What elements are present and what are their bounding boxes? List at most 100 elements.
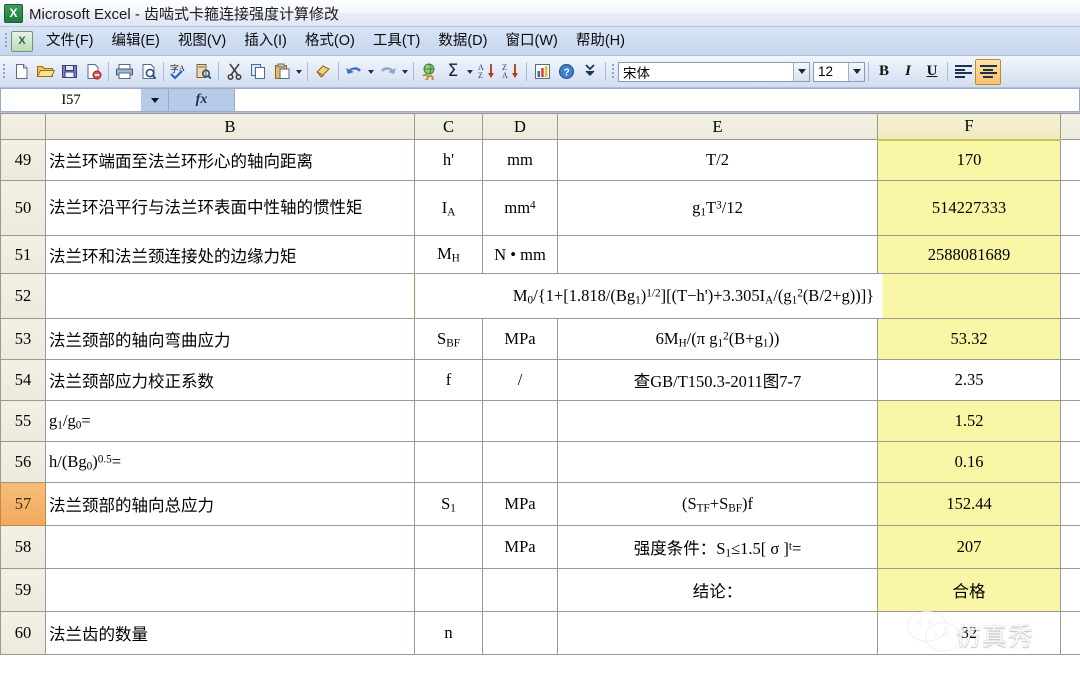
menu-item-file[interactable]: 文件(F) xyxy=(37,32,103,51)
cell-e53[interactable]: 6MH/(π g12(B+g1)) xyxy=(557,318,878,360)
cell-d59[interactable] xyxy=(482,568,558,612)
sort-ascending-icon[interactable]: AZ xyxy=(475,60,499,84)
bold-button[interactable]: B xyxy=(872,61,896,83)
cell-g53[interactable] xyxy=(1060,318,1080,360)
cell-c52-merged-formula[interactable]: M0/{1+[1.818/(Bg1)1/2][(T−h')+3.305IA/(g… xyxy=(414,273,1061,319)
cell-b56[interactable]: h/(Bg0)0.5= xyxy=(45,441,415,483)
standard-toolbar-grip[interactable] xyxy=(0,62,9,82)
cell-d55[interactable] xyxy=(482,400,558,442)
print-icon[interactable] xyxy=(112,60,136,84)
column-header-d[interactable]: D xyxy=(482,113,558,140)
row-header-59[interactable]: 59 xyxy=(0,568,46,612)
cell-b57[interactable]: 法兰颈部的轴向总应力 xyxy=(45,482,415,526)
cell-e56[interactable] xyxy=(557,441,878,483)
row-header-55[interactable]: 55 xyxy=(0,400,46,442)
menu-item-insert[interactable]: 插入(I) xyxy=(235,32,296,51)
cell-f57[interactable]: 152.44 xyxy=(877,482,1061,526)
column-header-c[interactable]: C xyxy=(414,113,483,140)
column-header-e[interactable]: E xyxy=(557,113,878,140)
menu-item-tools[interactable]: 工具(T) xyxy=(364,32,430,51)
cell-e49[interactable]: T/2 xyxy=(557,139,878,181)
cell-f54[interactable]: 2.35 xyxy=(877,359,1061,401)
undo-icon[interactable] xyxy=(342,60,366,84)
workbook-menu-icon[interactable] xyxy=(11,30,33,52)
format-painter-icon[interactable] xyxy=(311,60,335,84)
redo-icon[interactable] xyxy=(376,60,400,84)
cell-d56[interactable] xyxy=(482,441,558,483)
select-all-corner[interactable] xyxy=(0,113,46,140)
cell-d58[interactable]: MPa xyxy=(482,525,558,569)
cell-f58[interactable]: 207 xyxy=(877,525,1061,569)
font-size-chevron-down-icon[interactable] xyxy=(848,62,864,81)
cell-b51[interactable]: 法兰环和法兰颈连接处的边缘力矩 xyxy=(45,235,415,274)
cell-c58[interactable] xyxy=(414,525,483,569)
undo-chevron-down-icon[interactable] xyxy=(366,60,376,84)
menu-item-format[interactable]: 格式(O) xyxy=(296,32,364,51)
autosum-chevron-down-icon[interactable] xyxy=(465,60,475,84)
cell-f55[interactable]: 1.52 xyxy=(877,400,1061,442)
cell-e57[interactable]: (STF+SBF)f xyxy=(557,482,878,526)
row-header-57[interactable]: 57 xyxy=(0,482,46,526)
cell-f60[interactable]: 32 xyxy=(877,611,1061,655)
cell-b49[interactable]: 法兰环端面至法兰环形心的轴向距离 xyxy=(45,139,415,181)
paste-icon[interactable] xyxy=(270,60,294,84)
cell-c53[interactable]: SBF xyxy=(414,318,483,360)
cell-c55[interactable] xyxy=(414,400,483,442)
cell-d50[interactable]: mm4 xyxy=(482,180,558,236)
chart-wizard-icon[interactable] xyxy=(530,60,554,84)
menu-item-data[interactable]: 数据(D) xyxy=(429,32,496,51)
menu-item-window[interactable]: 窗口(W) xyxy=(496,32,566,51)
name-box-chevron-down-icon[interactable] xyxy=(141,88,169,112)
cell-c49[interactable]: h' xyxy=(414,139,483,181)
toolbar-options-icon[interactable] xyxy=(578,60,602,84)
cell-g57[interactable] xyxy=(1060,482,1080,526)
font-size-combobox[interactable]: 12 xyxy=(813,61,865,82)
cell-g55[interactable] xyxy=(1060,400,1080,442)
cell-c54[interactable]: f xyxy=(414,359,483,401)
row-header-60[interactable]: 60 xyxy=(0,611,46,655)
cell-b50[interactable]: 法兰环沿平行与法兰环表面中性轴的惯性矩 xyxy=(45,180,415,236)
cell-e51[interactable] xyxy=(557,235,878,274)
name-box[interactable]: I57 xyxy=(0,88,141,112)
cell-c57[interactable]: S1 xyxy=(414,482,483,526)
cell-f49[interactable]: 170 xyxy=(877,139,1061,181)
cell-f53[interactable]: 53.32 xyxy=(877,318,1061,360)
print-preview-icon[interactable] xyxy=(136,60,160,84)
cell-c51[interactable]: MH xyxy=(414,235,483,274)
cell-d60[interactable] xyxy=(482,611,558,655)
menu-item-help[interactable]: 帮助(H) xyxy=(567,32,634,51)
cell-e59[interactable]: 结论： xyxy=(557,568,878,612)
row-header-54[interactable]: 54 xyxy=(0,359,46,401)
cell-f51[interactable]: 2588081689 xyxy=(877,235,1061,274)
cell-b59[interactable] xyxy=(45,568,415,612)
open-icon[interactable] xyxy=(33,60,57,84)
cell-d57[interactable]: MPa xyxy=(482,482,558,526)
cell-e60[interactable] xyxy=(557,611,878,655)
cell-f56[interactable]: 0.16 xyxy=(877,441,1061,483)
cell-d54[interactable]: / xyxy=(482,359,558,401)
cell-g49[interactable] xyxy=(1060,139,1080,181)
research-icon[interactable] xyxy=(191,60,215,84)
hyperlink-icon[interactable] xyxy=(417,60,441,84)
cell-e50[interactable]: g1T3/12 xyxy=(557,180,878,236)
cell-g56[interactable] xyxy=(1060,441,1080,483)
row-header-50[interactable]: 50 xyxy=(0,180,46,236)
cell-e54[interactable]: 查GB/T150.3-2011图7-7 xyxy=(557,359,878,401)
cell-g59[interactable] xyxy=(1060,568,1080,612)
sort-descending-icon[interactable]: ZA xyxy=(499,60,523,84)
autosum-icon[interactable]: Σ xyxy=(441,60,465,84)
cut-icon[interactable] xyxy=(222,60,246,84)
cell-b54[interactable]: 法兰颈部应力校正系数 xyxy=(45,359,415,401)
align-center-icon[interactable] xyxy=(975,58,1001,85)
cell-g60[interactable] xyxy=(1060,611,1080,655)
font-name-combobox[interactable]: 宋体 xyxy=(618,61,810,82)
cell-c50[interactable]: IA xyxy=(414,180,483,236)
align-left-icon[interactable] xyxy=(951,60,975,84)
column-header-g[interactable] xyxy=(1060,113,1080,140)
save-icon[interactable] xyxy=(57,60,81,84)
cell-g58[interactable] xyxy=(1060,525,1080,569)
cell-b53[interactable]: 法兰颈部的轴向弯曲应力 xyxy=(45,318,415,360)
copy-icon[interactable] xyxy=(246,60,270,84)
column-header-b[interactable]: B xyxy=(45,113,415,140)
cell-d51[interactable]: N • mm xyxy=(482,235,558,274)
